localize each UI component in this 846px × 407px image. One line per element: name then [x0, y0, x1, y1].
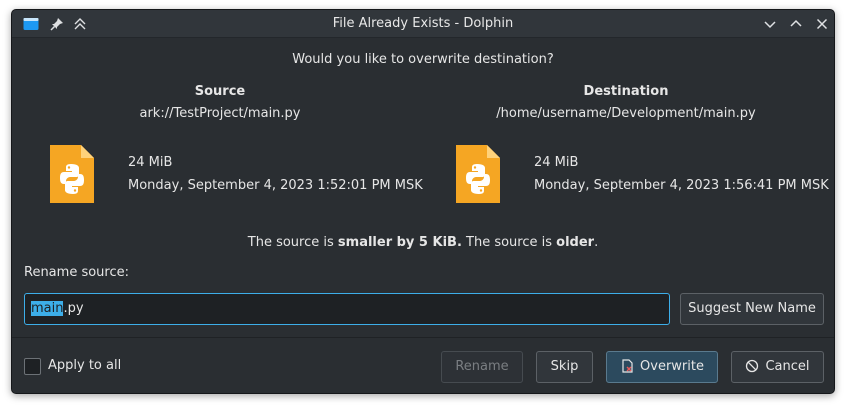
cancel-icon — [746, 359, 759, 373]
skip-button[interactable]: Skip — [536, 351, 593, 383]
window-title: File Already Exists - Dolphin — [332, 16, 514, 31]
destination-size: 24 MiB — [534, 155, 579, 170]
cancel-button[interactable]: Cancel — [731, 351, 824, 383]
source-path: ark://TestProject/main.py — [139, 106, 301, 121]
apply-to-all-checkbox[interactable] — [24, 358, 41, 375]
overwrite-question: Would you like to overwrite destination? — [292, 52, 554, 67]
comparison-age: older — [556, 235, 595, 250]
comparison-middle: The source is — [461, 235, 557, 250]
rename-button[interactable]: Rename — [441, 351, 523, 383]
source-modified: Monday, September 4, 2023 1:52:01 PM MSK — [128, 178, 423, 193]
rename-rest-text: .py — [63, 301, 84, 316]
overwrite-label: Overwrite — [640, 359, 704, 374]
dialog-content: Would you like to overwrite destination?… — [12, 39, 834, 337]
python-file-icon — [456, 145, 500, 203]
source-heading: Source — [194, 84, 246, 99]
overwrite-button[interactable]: Overwrite — [606, 351, 718, 383]
comparison-suffix: . — [594, 235, 599, 250]
apply-to-all-label[interactable]: Apply to all — [48, 358, 121, 373]
destination-path: /home/username/Development/main.py — [496, 106, 756, 121]
cancel-label: Cancel — [765, 359, 810, 374]
rename-source-input[interactable]: main.py — [24, 293, 670, 325]
file-exists-dialog: File Already Exists - Dolphin Would you … — [11, 9, 835, 394]
title-bar[interactable]: File Already Exists - Dolphin — [12, 10, 834, 38]
source-size: 24 MiB — [128, 155, 173, 170]
overwrite-icon — [622, 359, 633, 373]
rename-selected-text: main — [31, 301, 64, 316]
dialog-footer: Apply to all Rename Skip Overwrite Cance… — [12, 337, 834, 393]
destination-modified: Monday, September 4, 2023 1:56:41 PM MSK — [534, 178, 829, 193]
rename-source-label: Rename source: — [24, 265, 129, 280]
python-file-icon — [50, 145, 94, 203]
comparison-prefix: The source is — [247, 235, 338, 250]
comparison-size-diff: smaller by 5 KiB. — [337, 235, 462, 250]
chevron-down-icon[interactable] — [761, 15, 779, 33]
destination-heading: Destination — [583, 84, 669, 99]
close-icon[interactable] — [813, 15, 831, 33]
chevron-up-icon[interactable] — [787, 15, 805, 33]
comparison-summary: The source is smaller by 5 KiB. The sour… — [12, 235, 834, 250]
suggest-new-name-button[interactable]: Suggest New Name — [680, 293, 824, 325]
